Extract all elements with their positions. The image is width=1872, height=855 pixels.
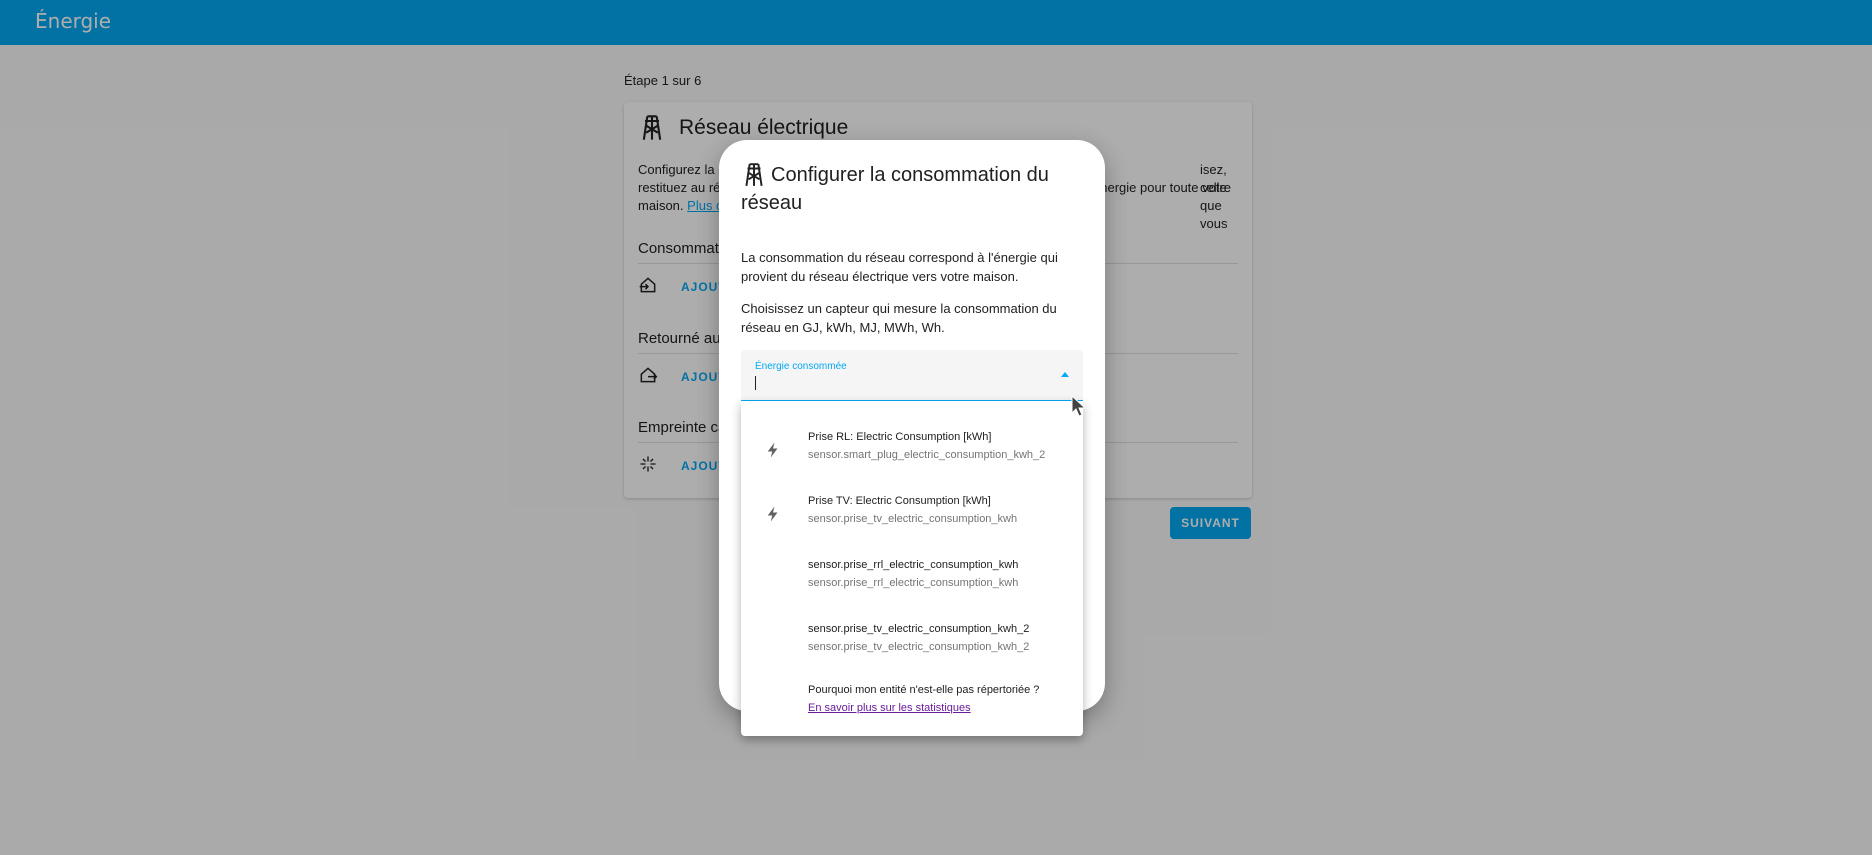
lightning-bolt-icon — [767, 506, 778, 522]
list-item[interactable]: sensor.prise_rrl_electric_consumption_kw… — [741, 547, 1083, 611]
energy-consumed-combobox[interactable]: Énergie consommée — [741, 350, 1083, 402]
option-primary: sensor.prise_rrl_electric_consumption_kw… — [808, 559, 1019, 571]
option-secondary: sensor.prise_tv_electric_consumption_kwh — [808, 513, 1018, 525]
option-primary: Prise RL: Electric Consumption [kWh] — [808, 431, 992, 443]
list-item[interactable]: Prise RL: Electric Consumption [kWh] sen… — [741, 419, 1083, 483]
statistics-help-link[interactable]: En savoir plus sur les statistiques — [808, 702, 971, 714]
list-item[interactable]: sensor.prise_tv_electric_consumption_kwh… — [741, 611, 1083, 675]
entity-dropdown-list: Prise RL: Electric Consumption [kWh] sen… — [741, 401, 1083, 736]
help-question: Pourquoi mon entité n'est-elle pas réper… — [808, 684, 1040, 696]
dialog-description: La consommation du réseau correspond à l… — [741, 250, 1058, 284]
option-primary: sensor.prise_tv_electric_consumption_kwh… — [808, 623, 1030, 635]
lightning-bolt-icon — [767, 442, 778, 458]
list-item[interactable]: Prise TV: Electric Consumption [kWh] sen… — [741, 483, 1083, 547]
dialog-title: Configurer la consommation du réseau — [741, 164, 1049, 214]
dialog-instruction: Choisissez un capteur qui mesure la cons… — [741, 301, 1057, 335]
option-primary: Prise TV: Electric Consumption [kWh] — [808, 495, 991, 507]
chevron-up-icon[interactable] — [1061, 372, 1069, 377]
option-secondary: sensor.prise_rrl_electric_consumption_kw… — [808, 577, 1019, 589]
mouse-pointer-icon — [1071, 395, 1087, 417]
option-secondary: sensor.smart_plug_electric_consumption_k… — [808, 449, 1046, 461]
text-caret — [755, 376, 756, 390]
option-secondary: sensor.prise_tv_electric_consumption_kwh… — [808, 641, 1030, 653]
field-label: Énergie consommée — [755, 361, 847, 372]
